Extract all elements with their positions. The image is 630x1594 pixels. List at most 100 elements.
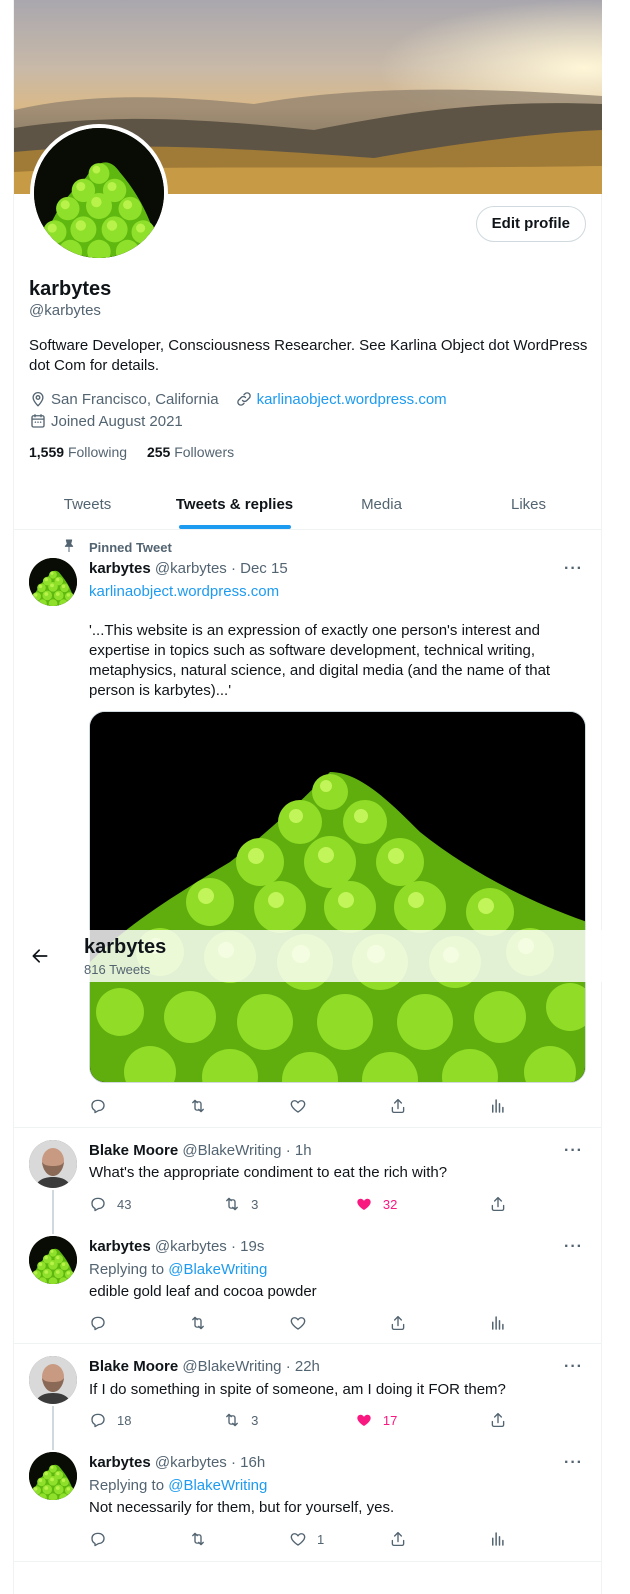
tweet-header: karbytes @karbytes · Dec 15 — [89, 560, 288, 577]
reply-count: 18 — [117, 1412, 132, 1428]
sticky-header-tweet-count: 816 Tweets — [84, 962, 151, 977]
sticky-header-name: karbytes — [84, 936, 167, 958]
more-options-icon[interactable]: ··· — [564, 1142, 583, 1160]
like-button[interactable]: 32 — [355, 1194, 397, 1214]
more-options-icon[interactable]: ··· — [564, 1238, 583, 1256]
reply-icon — [89, 1314, 107, 1332]
retweet-button[interactable]: 3 — [223, 1194, 263, 1214]
retweet-icon — [189, 1530, 207, 1548]
replying-to-prefix: Replying to — [89, 1477, 169, 1494]
follow-counts: 1,559 Following 255 Followers — [29, 444, 234, 460]
tweet-actions: 43 3 32 — [89, 1194, 529, 1214]
tweet-header: Blake Moore @BlakeWriting · 1h — [89, 1142, 312, 1159]
tab-media[interactable]: Media — [308, 480, 455, 529]
tab-tweets[interactable]: Tweets — [14, 480, 161, 529]
share-button[interactable] — [389, 1313, 429, 1333]
share-button[interactable] — [489, 1410, 529, 1430]
analytics-button[interactable] — [489, 1529, 529, 1549]
heart-icon — [289, 1530, 307, 1548]
more-options-icon[interactable]: ··· — [564, 1358, 583, 1376]
sticky-profile-header: karbytes 816 Tweets — [14, 930, 602, 982]
tweet-text: edible gold leaf and cocoa powder — [89, 1283, 317, 1300]
reply-count: 43 — [117, 1196, 132, 1212]
following-link[interactable]: 1,559 Following — [29, 444, 127, 460]
reply-icon — [89, 1195, 107, 1213]
like-button[interactable]: 1 — [289, 1529, 329, 1549]
retweet-button[interactable] — [189, 1313, 229, 1333]
tweet-text: '...This website is an expression of exa… — [89, 622, 551, 699]
profile-handle: @karbytes — [29, 302, 101, 319]
tweet-avatar[interactable] — [29, 1140, 77, 1188]
followers-link[interactable]: 255 Followers — [147, 444, 234, 460]
more-options-icon[interactable]: ··· — [564, 560, 583, 578]
replying-to: Replying to @BlakeWriting — [89, 1260, 559, 1280]
pinned-label: Pinned Tweet — [89, 540, 172, 555]
replying-to-prefix: Replying to — [89, 1261, 169, 1278]
share-icon — [389, 1530, 407, 1548]
like-button[interactable] — [289, 1313, 329, 1333]
more-options-icon[interactable]: ··· — [564, 1454, 583, 1472]
retweet-button[interactable] — [189, 1096, 229, 1116]
heart-icon — [289, 1314, 307, 1332]
tweet-actions — [89, 1313, 529, 1333]
tweet-header: Blake Moore @BlakeWriting · 22h — [89, 1358, 320, 1375]
tweet-avatar[interactable] — [29, 558, 77, 606]
replying-to-link[interactable]: @BlakeWriting — [168, 1261, 267, 1278]
tweet-text: If I do something in spite of someone, a… — [89, 1381, 506, 1398]
tweet-author-name[interactable]: karbytes — [89, 1454, 151, 1471]
tweet-link[interactable]: karlinaobject.wordpress.com — [89, 582, 559, 602]
share-icon — [389, 1097, 407, 1115]
profile-website-link[interactable]: karlinaobject.wordpress.com — [257, 391, 447, 408]
tweet-author-name[interactable]: Blake Moore — [89, 1358, 178, 1375]
like-button[interactable]: 17 — [355, 1410, 397, 1430]
reply-button[interactable] — [89, 1096, 129, 1116]
back-arrow-icon[interactable] — [30, 946, 50, 966]
tweet-text: Not necessarily for them, but for yourse… — [89, 1499, 395, 1516]
pin-icon — [64, 539, 74, 552]
analytics-button[interactable] — [489, 1096, 529, 1116]
location-icon — [32, 392, 44, 407]
share-icon — [489, 1195, 507, 1213]
tab-likes[interactable]: Likes — [455, 480, 602, 529]
share-button[interactable] — [489, 1194, 529, 1214]
heart-icon — [289, 1097, 307, 1115]
like-count: 1 — [317, 1531, 325, 1547]
tweet-author-name[interactable]: karbytes — [89, 560, 151, 577]
reply-icon — [89, 1530, 107, 1548]
like-button[interactable] — [289, 1096, 329, 1116]
tweet-avatar[interactable] — [29, 1356, 77, 1404]
followers-count: 255 — [146, 444, 171, 460]
share-button[interactable] — [389, 1529, 429, 1549]
retweet-icon — [189, 1097, 207, 1115]
tab-tweets-and-replies[interactable]: Tweets & replies — [161, 480, 308, 529]
tweet-actions: 1 — [89, 1529, 529, 1549]
reply-button[interactable] — [89, 1529, 129, 1549]
retweet-icon — [189, 1314, 207, 1332]
tweet-divider — [14, 1127, 602, 1128]
replying-to-link[interactable]: @BlakeWriting — [168, 1477, 267, 1494]
tweet-divider — [14, 1561, 602, 1562]
reply-button[interactable]: 18 — [89, 1410, 131, 1430]
retweet-count: 3 — [251, 1412, 259, 1428]
profile-avatar[interactable] — [30, 124, 168, 262]
tweet-avatar[interactable] — [29, 1452, 77, 1500]
retweet-icon — [223, 1411, 241, 1429]
tweet-author-name[interactable]: karbytes — [89, 1238, 151, 1255]
tweet-author-name[interactable]: Blake Moore — [89, 1142, 178, 1159]
edit-profile-button[interactable]: Edit profile — [475, 206, 586, 242]
reply-button[interactable]: 43 — [89, 1194, 131, 1214]
tweet-media-image[interactable] — [89, 711, 586, 1083]
tweet-avatar[interactable] — [29, 1236, 77, 1284]
tweet-meta: @karbytes · 19s — [154, 1238, 265, 1255]
reply-button[interactable] — [89, 1313, 129, 1333]
tweet-meta: @BlakeWriting · 22h — [182, 1358, 320, 1375]
retweet-count: 3 — [251, 1196, 259, 1212]
heart-filled-icon — [355, 1411, 373, 1429]
retweet-button[interactable]: 3 — [223, 1410, 263, 1430]
share-button[interactable] — [389, 1096, 429, 1116]
link-icon — [236, 392, 251, 406]
retweet-button[interactable] — [189, 1529, 229, 1549]
analytics-icon — [489, 1097, 507, 1115]
tweet-meta: @karbytes · Dec 15 — [154, 560, 288, 577]
analytics-button[interactable] — [489, 1313, 529, 1333]
